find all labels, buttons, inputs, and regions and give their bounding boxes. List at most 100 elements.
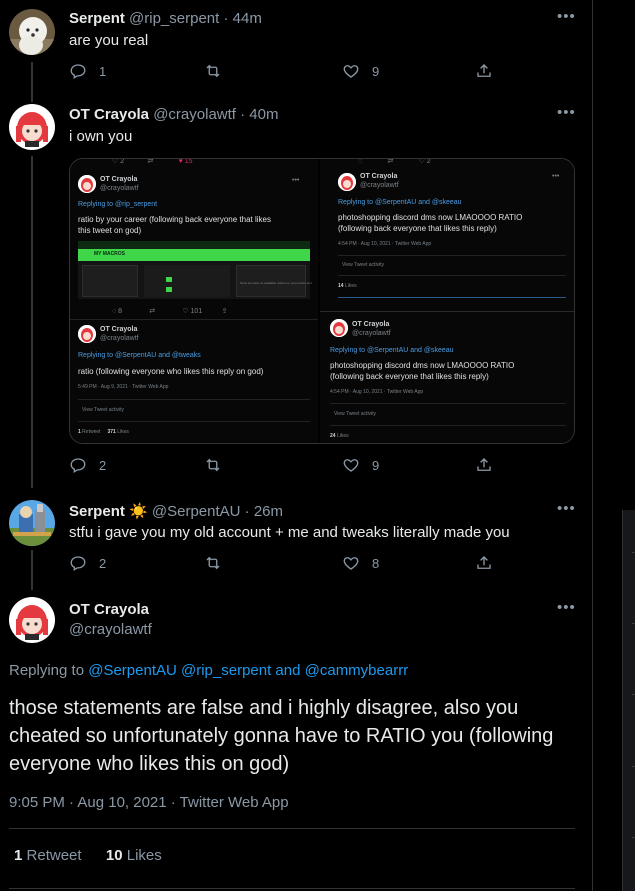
- avatar-crayola[interactable]: [9, 104, 55, 150]
- tweet-header: OT Crayola @crayolawtf · 40m: [69, 106, 278, 123]
- like-button[interactable]: 8: [342, 554, 379, 572]
- divider: [9, 828, 575, 829]
- reply-button[interactable]: 2: [69, 456, 106, 474]
- like-label: Likes: [126, 847, 162, 864]
- cropped-action-row: ◌ ⇄ ♡ 2: [358, 158, 431, 165]
- embedded-handle: @crayolawtf: [100, 335, 139, 342]
- heart-icon: [343, 459, 359, 472]
- retweet-stat[interactable]: 1 Retweet: [14, 847, 82, 864]
- embedded-like-label: Likes: [117, 429, 129, 435]
- embedded-app-screenshot: MY MACROS Once we have no available macr…: [78, 241, 312, 299]
- share-button[interactable]: [475, 554, 505, 572]
- embedded-divider: [338, 297, 566, 298]
- embedded-name: OT Crayola: [100, 176, 138, 183]
- author-handle[interactable]: @crayolawtf: [69, 621, 152, 638]
- retweet-button[interactable]: [204, 456, 234, 474]
- embedded-replying: Replying to @SerpentAU and @skeeau: [338, 199, 462, 206]
- retweet-button[interactable]: [204, 554, 234, 572]
- reply-button[interactable]: 1: [69, 62, 106, 80]
- separator: ·: [240, 106, 246, 123]
- embedded-like-count: 371: [107, 429, 116, 435]
- retweet-button[interactable]: [204, 62, 234, 80]
- reply-icon: [70, 64, 86, 80]
- media-right-pane: ◌ ⇄ ♡ 2 OT Crayola @crayolawtf ••• Reply…: [320, 158, 574, 443]
- author-name[interactable]: OT Crayola: [69, 601, 149, 618]
- avatar-serpent-dog[interactable]: [9, 9, 55, 55]
- embedded-meta: 4:54 PM · Aug 10, 2021 · Twitter Web App: [338, 241, 432, 247]
- embedded-stats: 14 Likes: [338, 283, 357, 289]
- embedded-like-count: 24: [330, 433, 336, 439]
- embedded-like-label: Likes: [344, 283, 357, 289]
- embedded-avatar: [78, 175, 96, 193]
- embedded-text: ratio (following everyone who likes this…: [78, 367, 264, 376]
- embedded-like-count: 14: [338, 283, 344, 289]
- more-options-button[interactable]: •••: [557, 8, 576, 25]
- embedded-divider: [330, 425, 566, 426]
- like-button[interactable]: 9: [342, 62, 379, 80]
- embedded-handle: @crayolawtf: [360, 182, 399, 189]
- sidebar-panel: [622, 510, 635, 891]
- embedded-replying: Replying to @rip_serpent: [78, 201, 158, 208]
- embedded-replying: Replying to @SerpentAU and @tweaks: [78, 352, 201, 359]
- reply-icon: [70, 458, 86, 474]
- avatar-crayola[interactable]: [9, 597, 55, 643]
- reply-count: 2: [99, 555, 107, 571]
- heart-icon: [343, 65, 359, 78]
- media-divider: [318, 159, 320, 443]
- embedded-text: photoshopping discord dms now LMAOOOO RA…: [338, 213, 523, 222]
- tweet-time[interactable]: 44m: [233, 10, 262, 27]
- embedded-meta: 5:49 PM · Aug 9, 2021 · Twitter Web App: [78, 384, 169, 390]
- author-handle[interactable]: @rip_serpent: [129, 10, 219, 27]
- retweet-icon: [206, 64, 220, 78]
- more-options-button[interactable]: •••: [557, 599, 576, 616]
- tweet-time[interactable]: 26m: [254, 503, 283, 520]
- avatar-serpent-game[interactable]: [9, 500, 55, 546]
- like-stat[interactable]: 10 Likes: [106, 847, 162, 864]
- tweet-media-image[interactable]: ♡ 2 ⇄ ♥ 15 OT Crayola @crayolawtf ••• Re…: [69, 158, 575, 444]
- tweet-actions: 2 9: [69, 456, 575, 478]
- embedded-avatar: [78, 325, 96, 343]
- retweet-icon: [206, 458, 220, 472]
- cropped-action-row: ♡ 2 ⇄ ♥ 15: [112, 158, 193, 165]
- heart-icon: [343, 557, 359, 570]
- share-icon: [477, 556, 491, 569]
- replying-to-links[interactable]: @SerpentAU @rip_serpent and @cammybearrr: [88, 662, 408, 679]
- author-name[interactable]: OT Crayola: [69, 106, 149, 123]
- embedded-text: photoshopping discord dms now LMAOOOO RA…: [330, 361, 515, 370]
- author-handle[interactable]: @SerpentAU: [152, 503, 241, 520]
- author-handle[interactable]: @crayolawtf: [153, 106, 236, 123]
- retweet-count: 1: [14, 847, 23, 864]
- embedded-name: OT Crayola: [352, 321, 390, 328]
- embedded-text: (following back everyone that likes this…: [330, 372, 489, 381]
- main-author-handle[interactable]: @crayolawtf: [69, 621, 152, 638]
- embedded-divider: [70, 319, 318, 320]
- embedded-panel-title: MY MACROS: [94, 251, 126, 257]
- embedded-action-row: ◌ 8 ⇄ ♡ 101 ⇪: [112, 308, 228, 315]
- author-name[interactable]: Serpent: [69, 503, 125, 520]
- embedded-text: (following back everyone that likes this…: [338, 224, 497, 233]
- author-name[interactable]: Serpent: [69, 10, 125, 27]
- main-author-name[interactable]: OT Crayola: [69, 601, 149, 618]
- more-options-button[interactable]: •••: [557, 500, 576, 517]
- like-button[interactable]: 9: [342, 456, 379, 474]
- embedded-divider: [338, 255, 566, 256]
- like-count: 9: [372, 457, 380, 473]
- tweet-timestamp[interactable]: 9:05 PM · Aug 10, 2021 · Twitter Web App: [9, 794, 289, 811]
- more-options-button[interactable]: •••: [557, 104, 576, 121]
- tweet-actions: 1 9: [69, 62, 575, 84]
- share-button[interactable]: [475, 62, 505, 80]
- tweet-time[interactable]: 40m: [249, 106, 278, 123]
- embedded-avatar: [338, 173, 356, 191]
- embedded-activity: View Tweet activity: [82, 407, 125, 413]
- retweet-label: Retweet: [26, 847, 82, 864]
- reply-button[interactable]: 2: [69, 554, 106, 572]
- sun-emoji-icon: ☀️: [129, 503, 148, 520]
- embedded-name: OT Crayola: [100, 326, 138, 333]
- retweet-icon: [206, 556, 220, 570]
- tweet-actions: 2 8: [69, 554, 575, 576]
- embedded-divider: [320, 311, 574, 312]
- main-tweet-text: those statements are false and i highly …: [9, 697, 554, 775]
- like-count: 10: [105, 847, 123, 864]
- timeline-column: Serpent @rip_serpent · 44m ••• are you r…: [0, 0, 592, 891]
- share-button[interactable]: [475, 456, 505, 474]
